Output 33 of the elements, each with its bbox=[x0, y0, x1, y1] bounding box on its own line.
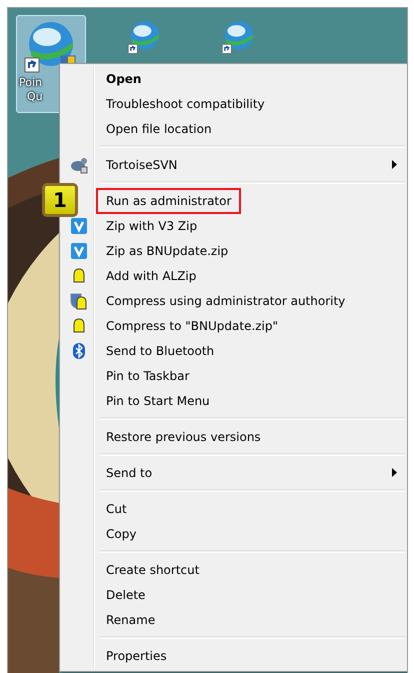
menu-item[interactable]: Troubleshoot compatibility bbox=[102, 94, 269, 114]
v-letter-icon bbox=[71, 218, 87, 234]
menu-item[interactable]: Compress using administrator authority bbox=[102, 290, 350, 310]
step-number-badge: 1 bbox=[42, 183, 78, 217]
bluetooth-icon bbox=[73, 342, 85, 358]
menu-item[interactable]: Send to bbox=[102, 462, 156, 482]
menu-item[interactable]: Open file location bbox=[102, 118, 216, 138]
menu-item[interactable]: TortoiseSVN bbox=[102, 154, 182, 174]
globe-shortcut-icon bbox=[128, 21, 160, 54]
globe-shortcut-icon bbox=[222, 21, 254, 54]
menu-item[interactable]: Add with ALZip bbox=[102, 266, 200, 286]
turtle-icon bbox=[70, 156, 88, 174]
shortcut-label: Qu bbox=[27, 90, 43, 104]
shortcut-label: Poin bbox=[19, 76, 42, 90]
menu-item[interactable]: Restore previous versions bbox=[102, 426, 265, 446]
menu-item[interactable]: Compress to "BNUpdate.zip" bbox=[102, 316, 282, 336]
menu-item[interactable]: Properties bbox=[102, 646, 171, 666]
menu-item[interactable]: Cut bbox=[102, 498, 131, 518]
menu-item[interactable]: Delete bbox=[102, 584, 150, 604]
menu-item[interactable]: Copy bbox=[102, 524, 140, 544]
shield-dome-icon bbox=[70, 292, 88, 310]
menu-item[interactable]: Run as administrator bbox=[96, 188, 242, 214]
dome-icon bbox=[71, 318, 87, 334]
dome-icon bbox=[71, 268, 87, 284]
v-letter-icon bbox=[71, 242, 87, 258]
menu-item[interactable]: Rename bbox=[102, 610, 160, 630]
menu-item[interactable]: Zip with V3 Zip bbox=[102, 216, 202, 236]
menu-item[interactable]: Send to Bluetooth bbox=[102, 340, 218, 360]
menu-item[interactable]: Zip as BNUpdate.zip bbox=[102, 240, 232, 260]
menu-item[interactable]: Create shortcut bbox=[102, 560, 204, 580]
menu-item[interactable]: Pin to Taskbar bbox=[102, 366, 194, 386]
menu-item[interactable]: Pin to Start Menu bbox=[102, 390, 214, 410]
menu-item[interactable]: Open bbox=[102, 68, 146, 88]
